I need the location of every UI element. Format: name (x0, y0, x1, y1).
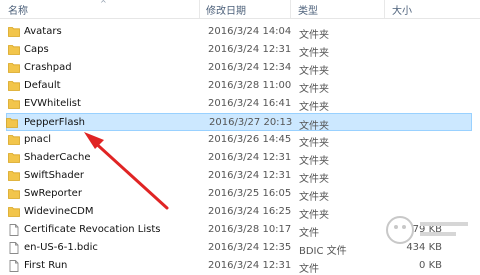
folder-icon (8, 98, 20, 109)
item-date: 2016/3/24 12:35 (208, 242, 292, 253)
item-name: ShaderCache (24, 152, 91, 163)
folder-icon (8, 206, 20, 217)
item-type: 文件夹 (299, 102, 329, 113)
file-icon (8, 224, 20, 236)
item-type: 文件 (299, 228, 319, 239)
folder-row[interactable]: pnacl 2016/3/26 14:45 文件夹 (0, 131, 480, 149)
item-type: 文件夹 (299, 138, 329, 149)
folder-row[interactable]: SwReporter 2016/3/25 16:05 文件夹 (0, 185, 480, 203)
item-name: Certificate Revocation Lists (24, 224, 161, 235)
file-icon (8, 242, 20, 254)
folder-row[interactable]: Crashpad 2016/3/24 12:34 文件夹 (0, 59, 480, 77)
folder-row[interactable]: Avatars 2016/3/24 14:04 文件夹 (0, 23, 480, 41)
column-header-type[interactable]: 类型 (298, 2, 318, 17)
item-type: 文件夹 (299, 210, 329, 221)
item-name: SwiftShader (24, 170, 84, 181)
item-name: Default (24, 80, 61, 91)
item-name: Crashpad (24, 62, 72, 73)
item-name: en-US-6-1.bdic (24, 242, 98, 253)
item-name: WidevineCDM (24, 206, 94, 217)
item-name: PepperFlash (24, 117, 85, 128)
item-name: EVWhitelist (24, 98, 81, 109)
item-date: 2016/3/24 12:31 (208, 170, 292, 181)
item-type: 文件夹 (299, 121, 329, 132)
folder-row[interactable]: ShaderCache 2016/3/24 12:31 文件夹 (0, 149, 480, 167)
column-divider[interactable] (384, 0, 385, 18)
watermark-logo (386, 216, 468, 244)
item-size: 0 KB (419, 260, 442, 271)
column-header-bar: ^ 名称 修改日期 类型 大小 (0, 0, 480, 19)
folder-icon (8, 152, 20, 163)
folder-icon (8, 80, 20, 91)
item-date: 2016/3/27 20:13 (209, 117, 293, 128)
folder-icon (6, 117, 18, 128)
item-type: 文件夹 (299, 48, 329, 59)
item-date: 2016/3/24 16:41 (208, 98, 292, 109)
item-date: 2016/3/28 11:00 (208, 80, 292, 91)
item-date: 2016/3/24 14:04 (208, 26, 292, 37)
item-type: BDIC 文件 (299, 246, 347, 257)
item-date: 2016/3/24 12:31 (208, 152, 292, 163)
folder-icon (8, 26, 20, 37)
item-type: 文件夹 (299, 84, 329, 95)
item-date: 2016/3/24 12:31 (208, 44, 292, 55)
file-row[interactable]: First Run 2016/3/24 12:31 文件 0 KB (0, 257, 480, 275)
item-type: 文件夹 (299, 30, 329, 41)
folder-row[interactable]: EVWhitelist 2016/3/24 16:41 文件夹 (0, 95, 480, 113)
folder-row[interactable]: PepperFlash 2016/3/27 20:13 文件夹 (6, 113, 472, 132)
item-date: 2016/3/24 12:34 (208, 62, 292, 73)
item-date: 2016/3/28 10:17 (208, 224, 292, 235)
item-type: 文件夹 (299, 192, 329, 203)
folder-icon (8, 170, 20, 181)
column-header-name[interactable]: 名称 (8, 2, 28, 17)
item-date: 2016/3/26 14:45 (208, 134, 292, 145)
item-date: 2016/3/24 12:31 (208, 260, 292, 271)
column-header-size[interactable]: 大小 (392, 2, 412, 17)
item-date: 2016/3/25 16:05 (208, 188, 292, 199)
file-icon (8, 260, 20, 272)
item-type: 文件夹 (299, 156, 329, 167)
item-name: pnacl (24, 134, 52, 145)
column-divider[interactable] (199, 0, 200, 18)
item-name: First Run (24, 260, 68, 271)
item-name: SwReporter (24, 188, 82, 199)
folder-row[interactable]: Caps 2016/3/24 12:31 文件夹 (0, 41, 480, 59)
folder-icon (8, 62, 20, 73)
folder-icon (8, 44, 20, 55)
column-divider[interactable] (290, 0, 291, 18)
folder-row[interactable]: Default 2016/3/28 11:00 文件夹 (0, 77, 480, 95)
folder-icon (8, 134, 20, 145)
item-type: 文件 (299, 264, 319, 275)
item-name: Avatars (24, 26, 62, 37)
column-header-date[interactable]: 修改日期 (206, 2, 246, 17)
item-name: Caps (24, 44, 49, 55)
item-date: 2016/3/24 16:25 (208, 206, 292, 217)
folder-icon (8, 188, 20, 199)
sort-up-icon: ^ (100, 0, 107, 8)
folder-row[interactable]: SwiftShader 2016/3/24 12:31 文件夹 (0, 167, 480, 185)
item-type: 文件夹 (299, 174, 329, 185)
item-type: 文件夹 (299, 66, 329, 77)
